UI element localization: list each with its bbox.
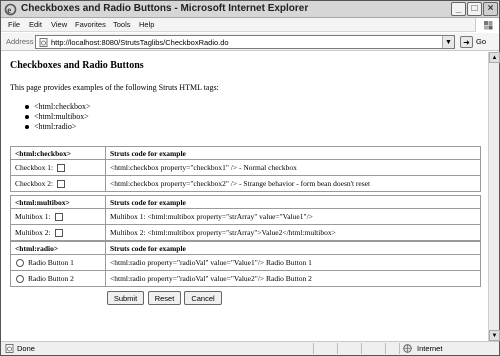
- maximize-button[interactable]: □: [467, 2, 482, 16]
- radio-1-label: Radio Button 1: [28, 257, 74, 267]
- close-button[interactable]: ×: [483, 2, 498, 16]
- menu-help[interactable]: Help: [139, 20, 154, 29]
- intro-text: This page provides examples of the follo…: [10, 83, 219, 92]
- table-row: Radio Button 2 <html:radio property="rad…: [10, 270, 481, 287]
- address-bar: Address http://localhost:8080/StrutsTagl…: [1, 33, 499, 51]
- checkbox-1-cell: Checkbox 1:: [10, 159, 106, 176]
- menu-tools[interactable]: Tools: [113, 20, 131, 29]
- status-divider: [385, 343, 386, 354]
- minimize-button[interactable]: _: [451, 2, 466, 16]
- multibox-2-cell: Multibox 2:: [10, 224, 106, 241]
- code-cell: <html:radio property="radioVal" value="V…: [105, 270, 481, 287]
- multibox-2[interactable]: [54, 229, 63, 238]
- list-item: <html:checkbox>: [25, 102, 91, 112]
- address-input[interactable]: http://localhost:8080/StrutsTaglibs/Chec…: [35, 35, 455, 49]
- go-button[interactable]: Go: [476, 37, 486, 46]
- radio-1-cell: Radio Button 1: [10, 254, 106, 271]
- menu-view[interactable]: View: [51, 20, 67, 29]
- multibox-table: <html:multibox> Struts code for example …: [10, 195, 481, 241]
- table-row: Multibox 1: Multibox 1: <html:multibox p…: [10, 208, 481, 225]
- status-divider: [361, 343, 362, 354]
- checkbox-table: <html:checkbox> Struts code for example …: [10, 146, 481, 192]
- address-label: Address: [6, 37, 34, 46]
- radio-2-label: Radio Button 2: [28, 273, 74, 283]
- checkbox-2[interactable]: [57, 180, 66, 189]
- status-divider: [337, 343, 338, 354]
- checkbox-2-label: Checkbox 2:: [15, 178, 54, 188]
- code-cell: <html:radio property="radioVal" value="V…: [105, 254, 481, 271]
- reset-button[interactable]: Reset: [148, 291, 181, 305]
- vertical-scrollbar[interactable]: ▲ ▼: [488, 52, 500, 341]
- menu-bar: File Edit View Favorites Tools Help: [1, 18, 499, 32]
- table-header-row: <html:radio> Struts code for example: [10, 241, 481, 255]
- menu-favorites[interactable]: Favorites: [75, 20, 106, 29]
- table-row: Checkbox 2: <html:checkbox property="che…: [10, 175, 481, 192]
- multibox-1-label: Multibox 1:: [15, 211, 51, 221]
- menu-file[interactable]: File: [8, 20, 20, 29]
- list-item: <html:radio>: [25, 122, 91, 132]
- radio-button-2[interactable]: [16, 275, 24, 284]
- table-header-code: Struts code for example: [105, 195, 481, 209]
- status-divider: [399, 343, 400, 354]
- scroll-up-icon[interactable]: ▲: [489, 52, 500, 63]
- svg-text:e: e: [7, 5, 11, 15]
- table-header-tag: <html:multibox>: [10, 195, 106, 209]
- table-row: Multibox 2: Multibox 2: <html:multibox p…: [10, 224, 481, 241]
- checkbox-2-cell: Checkbox 2:: [10, 175, 106, 192]
- multibox-2-label: Multibox 2:: [15, 227, 51, 237]
- globe-icon: [403, 344, 412, 353]
- multibox-1[interactable]: [54, 213, 63, 222]
- title-bar: e Checkboxes and Radio Buttons - Microso…: [1, 1, 499, 18]
- table-header-row: <html:checkbox> Struts code for example: [10, 146, 481, 160]
- code-cell: <html:checkbox property="checkbox1" /> -…: [105, 159, 481, 176]
- page-title: Checkboxes and Radio Buttons: [10, 60, 144, 71]
- table-header-tag: <html:checkbox>: [10, 146, 106, 160]
- multibox-1-cell: Multibox 1:: [10, 208, 106, 225]
- radio-button-1[interactable]: [16, 259, 24, 268]
- table-header-code: Struts code for example: [105, 146, 481, 160]
- go-arrow-icon[interactable]: ➜: [460, 36, 473, 48]
- radio-2-cell: Radio Button 2: [10, 270, 106, 287]
- page-content: Checkboxes and Radio Buttons This page p…: [1, 52, 500, 341]
- menu-edit[interactable]: Edit: [29, 20, 42, 29]
- checkbox-1-label: Checkbox 1:: [15, 162, 54, 172]
- submit-button[interactable]: Submit: [107, 291, 144, 305]
- status-bar: Done Internet: [1, 341, 499, 355]
- page-icon: [39, 38, 48, 47]
- scroll-down-icon[interactable]: ▼: [489, 330, 500, 341]
- status-divider: [313, 343, 314, 354]
- list-item: <html:multibox>: [25, 112, 91, 122]
- table-row: Checkbox 1: <html:checkbox property="che…: [10, 159, 481, 176]
- code-cell: Multibox 1: <html:multibox property="str…: [105, 208, 481, 225]
- checkbox-1[interactable]: [57, 164, 66, 173]
- window-title: Checkboxes and Radio Buttons - Microsoft…: [21, 3, 309, 14]
- status-text: Done: [17, 344, 35, 353]
- address-dropdown-icon[interactable]: ▼: [442, 36, 454, 48]
- tag-list: <html:checkbox> <html:multibox> <html:ra…: [25, 102, 91, 132]
- table-header-row: <html:multibox> Struts code for example: [10, 195, 481, 209]
- ie-logo-icon: e: [4, 3, 17, 16]
- security-zone-label: Internet: [417, 344, 443, 353]
- table-header-code: Struts code for example: [105, 241, 481, 255]
- code-cell: Multibox 2: <html:multibox property="str…: [105, 224, 481, 241]
- radio-table: <html:radio> Struts code for example Rad…: [10, 241, 481, 287]
- table-header-tag: <html:radio>: [10, 241, 106, 255]
- browser-window: e Checkboxes and Radio Buttons - Microso…: [0, 0, 500, 356]
- page-done-icon: [5, 344, 14, 353]
- windows-flag-icon: [475, 18, 499, 32]
- address-url: http://localhost:8080/StrutsTaglibs/Chec…: [51, 38, 229, 47]
- code-cell: <html:checkbox property="checkbox2" /> -…: [105, 175, 481, 192]
- cancel-button[interactable]: Cancel: [184, 291, 222, 305]
- table-row: Radio Button 1 <html:radio property="rad…: [10, 254, 481, 271]
